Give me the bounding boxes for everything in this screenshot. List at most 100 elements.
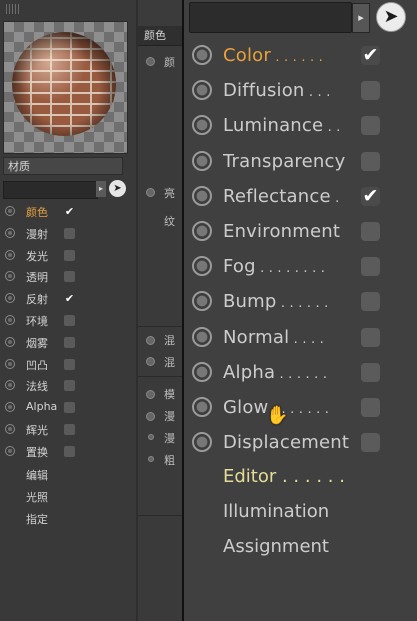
channel-checkbox[interactable]	[361, 292, 380, 312]
attribute-label: 漫	[164, 410, 175, 423]
channel-label-small: 凹凸	[26, 358, 48, 372]
sub-item-editor-small[interactable]: 编辑	[26, 467, 48, 483]
channel-row[interactable]: Bump . . . . . .	[184, 284, 417, 319]
channel-checkbox-small[interactable]	[64, 402, 75, 414]
channel-checkbox[interactable]	[361, 151, 380, 171]
channel-row-small[interactable]: Alpha	[0, 397, 136, 419]
channel-row[interactable]: Diffusion . . .	[184, 73, 417, 108]
channel-checkbox-small[interactable]	[64, 227, 75, 239]
channel-radio[interactable]	[192, 326, 212, 347]
channel-radio-small[interactable]	[5, 249, 15, 260]
channel-row-small[interactable]: 漫射	[0, 223, 136, 245]
arrow-pointer-icon[interactable]: ➤	[376, 2, 406, 32]
channel-radio[interactable]	[192, 45, 212, 65]
channel-checkbox[interactable]	[361, 257, 380, 277]
channel-row[interactable]: Environment	[184, 214, 417, 249]
material-name-field[interactable]: 材质	[3, 157, 123, 175]
channel-checkbox[interactable]	[361, 81, 380, 101]
panel-grip-icon[interactable]	[6, 4, 20, 14]
channel-radio[interactable]	[192, 361, 212, 382]
channel-radio[interactable]	[192, 150, 212, 171]
attribute-radio[interactable]	[146, 336, 155, 345]
channel-checkbox-small[interactable]	[64, 424, 75, 435]
channel-row[interactable]: Transparency	[184, 144, 417, 179]
channel-checkbox-small[interactable]	[64, 380, 75, 392]
sub-item-editor[interactable]: Editor . . . . . .	[223, 466, 345, 487]
attribute-radio[interactable]	[146, 188, 155, 197]
channel-checkbox-small[interactable]: ✔	[64, 206, 75, 217]
attribute-radio[interactable]	[146, 390, 155, 399]
attribute-radio[interactable]	[146, 57, 155, 66]
channel-row-small[interactable]: 置换	[0, 441, 136, 463]
channel-checkbox[interactable]	[361, 222, 380, 241]
channel-radio-small[interactable]	[5, 380, 15, 391]
channel-label: Fog . . . . . . . .	[223, 256, 325, 277]
channel-row[interactable]: Reflectance . ✔	[184, 179, 417, 214]
channel-radio[interactable]	[192, 115, 212, 136]
channel-radio-small[interactable]	[5, 336, 15, 347]
channel-row-small[interactable]: 辉光	[0, 419, 136, 441]
channel-checkbox[interactable]: ✔	[361, 46, 380, 65]
channel-row-small[interactable]: 发光	[0, 245, 136, 267]
channel-radio-small[interactable]	[5, 445, 15, 456]
picker-icon-small[interactable]: ➤	[109, 180, 126, 197]
channel-radio[interactable]	[192, 80, 212, 101]
channel-radio-small[interactable]	[5, 424, 15, 434]
channel-checkbox-small[interactable]	[64, 315, 75, 326]
channel-checkbox[interactable]	[361, 362, 380, 382]
channel-row-small[interactable]: 烟雾	[0, 332, 136, 354]
channel-checkbox-small[interactable]	[64, 271, 75, 283]
channel-radio-small[interactable]	[5, 402, 15, 413]
sub-item-assignment[interactable]: Assignment	[223, 536, 329, 557]
channel-checkbox[interactable]	[361, 433, 380, 453]
channel-radio-small[interactable]	[5, 293, 15, 304]
channel-row-small[interactable]: 反射 ✔	[0, 288, 136, 310]
channel-row-small[interactable]: 凹凸	[0, 354, 136, 376]
channel-search-field[interactable]	[189, 2, 352, 33]
channel-radio[interactable]	[192, 432, 212, 453]
channel-row-small[interactable]: 透明	[0, 266, 136, 288]
channel-checkbox[interactable]	[361, 116, 380, 136]
material-preview[interactable]	[3, 21, 128, 154]
channel-row[interactable]: Normal . . . .	[184, 320, 417, 355]
attribute-radio[interactable]	[146, 357, 155, 366]
channel-search-field-small[interactable]	[3, 181, 98, 199]
channel-radio[interactable]	[192, 185, 212, 206]
channel-checkbox-small[interactable]	[64, 249, 75, 261]
dropdown-arrow-icon[interactable]: ▸	[352, 3, 370, 33]
channel-checkbox-small[interactable]	[64, 358, 75, 370]
channel-radio-small[interactable]	[5, 227, 15, 238]
attribute-radio[interactable]	[148, 434, 154, 440]
channel-row[interactable]: Glow . . . . . . .	[184, 390, 417, 425]
channel-row-small[interactable]: 法线	[0, 375, 136, 397]
attribute-radio[interactable]	[148, 456, 154, 462]
channel-checkbox-small[interactable]	[64, 336, 75, 348]
channel-row[interactable]: Color . . . . . . ✔	[184, 38, 417, 73]
channel-label: Normal . . . .	[223, 327, 324, 348]
channel-radio[interactable]	[192, 291, 212, 312]
channel-row[interactable]: Fog . . . . . . . .	[184, 249, 417, 284]
channel-radio[interactable]	[192, 256, 212, 277]
channel-checkbox[interactable]: ✔	[361, 186, 380, 206]
channel-checkbox[interactable]	[361, 327, 380, 347]
sub-item-illumination-small[interactable]: 光照	[26, 489, 48, 505]
channel-checkbox[interactable]	[361, 398, 380, 417]
channel-radio-small[interactable]	[5, 358, 15, 369]
sub-item-illumination[interactable]: Illumination	[223, 501, 329, 522]
channel-row[interactable]: Displacement	[184, 425, 417, 460]
channel-label-small: 漫射	[26, 227, 48, 241]
channel-radio-small[interactable]	[5, 206, 15, 216]
channel-radio[interactable]	[192, 397, 212, 417]
channel-row[interactable]: Alpha . . . . . .	[184, 355, 417, 390]
channel-radio[interactable]	[192, 221, 212, 241]
channel-row-small[interactable]: 环境	[0, 310, 136, 332]
channel-row[interactable]: Luminance . .	[184, 108, 417, 143]
channel-checkbox-small[interactable]: ✔	[64, 293, 75, 304]
channel-radio-small[interactable]	[5, 271, 15, 282]
channel-row-small[interactable]: 颜色 ✔	[0, 201, 136, 223]
dropdown-arrow-icon-small[interactable]: ▸	[96, 181, 106, 197]
attribute-radio[interactable]	[146, 412, 155, 421]
channel-radio-small[interactable]	[5, 315, 15, 325]
channel-checkbox-small[interactable]	[64, 445, 75, 457]
sub-item-assignment-small[interactable]: 指定	[26, 511, 48, 527]
